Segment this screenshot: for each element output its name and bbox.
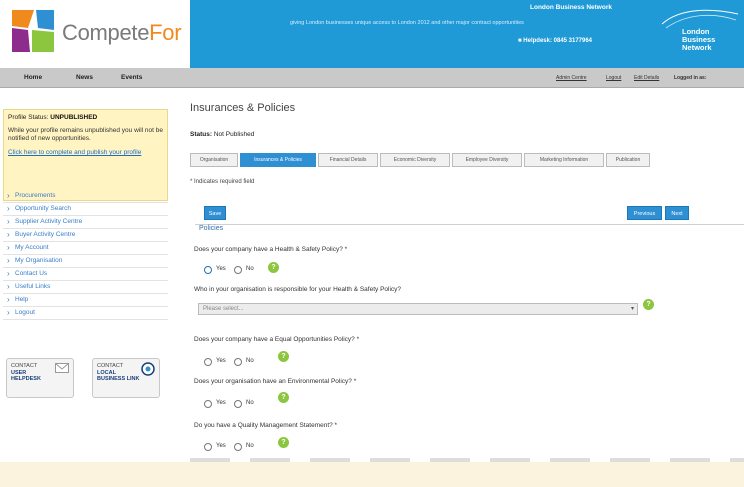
header-band: London Business Network giving London bu… — [190, 0, 744, 68]
responsible-person-select[interactable]: Please select... ▾ — [198, 303, 638, 315]
radio-no-health-safety[interactable] — [234, 266, 242, 274]
profile-status: Profile Status: UNPUBLISHED — [8, 114, 163, 121]
sidebar-item-supplier-activity-centre[interactable]: Supplier Activity Centre — [3, 216, 168, 229]
page: CompeteFor London Business Network givin… — [0, 0, 744, 462]
nav-home[interactable]: Home — [24, 74, 42, 81]
radio-label-yes: Yes — [216, 400, 226, 406]
radio-yes-quality-management[interactable] — [204, 443, 212, 451]
contact-helpdesk-button[interactable]: CONTACT USER HELPDESK — [6, 358, 74, 398]
envelope-icon — [55, 363, 69, 373]
sidebar-item-my-account[interactable]: My Account — [3, 242, 168, 255]
nav-events[interactable]: Events — [121, 74, 142, 81]
contact-helpdesk-line-3: HELPDESK — [11, 376, 41, 382]
question-environmental: Does your organisation have an Environme… — [194, 378, 357, 385]
help-icon[interactable]: ? — [268, 262, 279, 273]
radio-group-health-safety: Yes No — [204, 264, 304, 276]
radio-label-no: No — [246, 443, 254, 449]
radio-label-no: No — [246, 358, 254, 364]
radio-label-no: No — [246, 400, 254, 406]
radio-label-no: No — [246, 266, 254, 272]
nav-news[interactable]: News — [76, 74, 93, 81]
nav-edit-details[interactable]: Edit Details — [634, 75, 659, 81]
radio-group-environmental: Yes No — [204, 398, 304, 410]
publish-profile-link[interactable]: Click here to complete and publish your … — [8, 149, 163, 157]
sidebar-item-logout[interactable]: Logout — [3, 307, 168, 320]
page-title: Insurances & Policies — [190, 102, 296, 114]
logo-text: CompeteFor — [62, 20, 182, 46]
question-health-safety: Does your company have a Health & Safety… — [194, 246, 348, 253]
logo-suffix: For — [149, 20, 182, 45]
radio-yes-health-safety[interactable] — [204, 266, 212, 274]
helpdesk-text: Helpdesk: 0845 3177964 — [523, 38, 593, 44]
question-equal-opportunities: Does your company have a Equal Opportuni… — [194, 336, 360, 343]
site-header: CompeteFor London Business Network givin… — [0, 0, 744, 68]
publish-status-label: Status: — [190, 131, 213, 138]
profile-status-box: Profile Status: UNPUBLISHED While your p… — [3, 109, 168, 201]
main-content: Insurances & Policies Status: Not Publis… — [190, 88, 744, 462]
sidebar-item-useful-links[interactable]: Useful Links — [3, 281, 168, 294]
contact-local-business-link-button[interactable]: CONTACT LOCAL BUSINESS LINK — [92, 358, 160, 398]
network-logo: London Business Network — [682, 28, 742, 52]
business-link-icon — [141, 362, 155, 376]
publish-status-value: Not Published — [213, 131, 255, 138]
radio-yes-environmental[interactable] — [204, 400, 212, 408]
logo[interactable]: CompeteFor — [0, 0, 190, 68]
logo-mark-icon — [12, 10, 54, 52]
sidebar-item-help[interactable]: Help — [3, 294, 168, 307]
select-arrow-icon: ▾ — [630, 306, 634, 312]
sidebar: Profile Status: UNPUBLISHED While your p… — [0, 88, 172, 462]
help-icon[interactable]: ? — [278, 437, 289, 448]
help-icon[interactable]: ? — [278, 392, 289, 403]
radio-yes-equal-opportunities[interactable] — [204, 358, 212, 366]
policies-section-title: Policies — [195, 224, 744, 234]
nav-logout[interactable]: Logout — [606, 75, 621, 81]
tab-economic-diversity[interactable]: Economic Diversity — [380, 153, 450, 167]
sidebar-item-contact-us[interactable]: Contact Us — [3, 268, 168, 281]
helpdesk-number: ■ Helpdesk: 0845 3177964 — [518, 38, 593, 44]
screenshot-frame: CompeteFor London Business Network givin… — [0, 0, 744, 487]
radio-group-quality-management: Yes No — [204, 441, 304, 453]
publish-status: Status: Not Published — [190, 131, 254, 138]
profile-status-value: UNPUBLISHED — [50, 114, 98, 121]
contact-local-line-3: BUSINESS LINK — [97, 376, 140, 382]
select-placeholder: Please select... — [203, 306, 244, 312]
sidebar-menu: Procurements Opportunity Search Supplier… — [3, 190, 168, 320]
required-field-note: * Indicates required field — [190, 179, 255, 185]
help-icon[interactable]: ? — [643, 299, 654, 310]
radio-label-yes: Yes — [216, 266, 226, 272]
cropped-row — [190, 458, 744, 462]
tab-employee-diversity[interactable]: Employee Diversity — [452, 153, 522, 167]
previous-button[interactable]: Previous — [627, 206, 662, 220]
radio-no-environmental[interactable] — [234, 400, 242, 408]
tab-publication[interactable]: Publication — [606, 153, 650, 167]
profile-status-label: Profile Status: — [8, 114, 49, 121]
tab-insurances-policies[interactable]: Insurances & Policies — [240, 153, 316, 167]
header-tagline: giving London businesses unique access t… — [290, 20, 524, 26]
question-quality-management: Do you have a Quality Management Stateme… — [194, 422, 338, 429]
sidebar-item-buyer-activity-centre[interactable]: Buyer Activity Centre — [3, 229, 168, 242]
radio-label-yes: Yes — [216, 443, 226, 449]
save-button[interactable]: Save — [204, 206, 226, 220]
help-icon[interactable]: ? — [278, 351, 289, 362]
tab-organisation[interactable]: Organisation — [190, 153, 238, 167]
profile-status-message: While your profile remains unpublished y… — [8, 127, 163, 142]
top-nav: Home News Events Admin Centre Logout Edi… — [0, 68, 744, 88]
radio-group-equal-opportunities: Yes No — [204, 356, 304, 368]
tab-marketing-information[interactable]: Marketing Information — [524, 153, 604, 167]
nav-admin-centre[interactable]: Admin Centre — [556, 75, 587, 81]
network-heading: London Business Network — [530, 4, 612, 11]
radio-no-quality-management[interactable] — [234, 443, 242, 451]
logged-in-label: Logged in as: — [674, 75, 707, 81]
next-button[interactable]: Next — [665, 206, 689, 220]
sidebar-item-my-organisation[interactable]: My Organisation — [3, 255, 168, 268]
sidebar-item-opportunity-search[interactable]: Opportunity Search — [3, 203, 168, 216]
network-logo-line-3: Network — [682, 43, 712, 52]
radio-label-yes: Yes — [216, 358, 226, 364]
radio-no-equal-opportunities[interactable] — [234, 358, 242, 366]
sidebar-item-procurements[interactable]: Procurements — [3, 190, 168, 203]
tab-financial-details[interactable]: Financial Details — [318, 153, 378, 167]
logo-prefix: Compete — [62, 20, 150, 45]
question-health-safety-responsible: Who in your organisation is responsible … — [194, 286, 402, 293]
